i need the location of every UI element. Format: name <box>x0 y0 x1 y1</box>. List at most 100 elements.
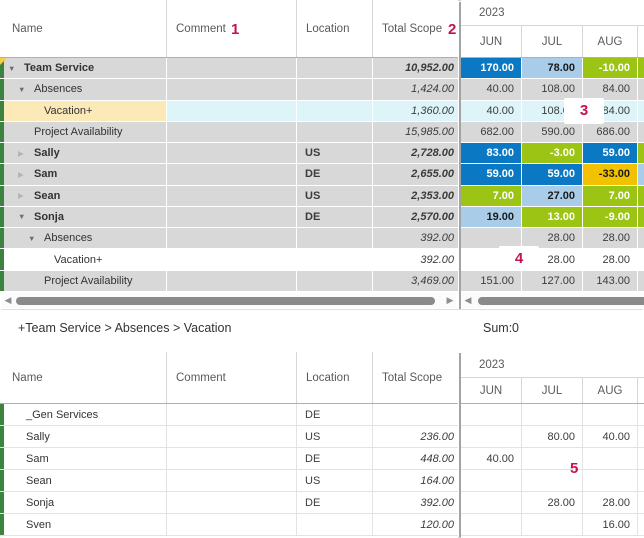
month-value-cell[interactable]: 27.00 <box>522 186 583 207</box>
month-value-cell[interactable] <box>583 470 638 492</box>
month-values-row[interactable]: 59.0059.00-33.00 <box>461 164 644 185</box>
comment-cell[interactable] <box>167 426 297 448</box>
name-cell[interactable]: Sam <box>0 448 167 470</box>
month-values-row[interactable]: 7.0027.007.00 <box>461 186 644 207</box>
comment-cell[interactable] <box>167 101 297 122</box>
name-cell[interactable]: Vacation+ <box>0 101 167 122</box>
expand-arrow-icon[interactable]: ▶ <box>18 149 34 158</box>
table-row[interactable]: ▶SallyUS2,728.00 <box>0 143 458 164</box>
name-cell[interactable]: ▶Sean <box>0 186 167 207</box>
table-row[interactable]: ▶SamDE2,655.00 <box>0 164 458 185</box>
comment-cell[interactable] <box>167 143 297 164</box>
month-values-row[interactable]: 28.0028.00 <box>461 492 644 514</box>
scroll-left-icon[interactable]: ◀ <box>462 295 474 306</box>
table-row[interactable]: SeanUS164.00 <box>0 470 458 492</box>
month-values-row[interactable] <box>461 470 644 492</box>
location-cell[interactable]: DE <box>297 492 373 514</box>
name-cell[interactable]: Sally <box>0 426 167 448</box>
month-value-cell[interactable]: -10.00 <box>583 58 638 79</box>
comment-cell[interactable] <box>167 207 297 228</box>
location-cell[interactable]: DE <box>297 207 373 228</box>
month-value-cell[interactable]: 127.00 <box>522 271 583 292</box>
month-value-cell[interactable]: 682.00 <box>461 122 522 143</box>
comment-cell[interactable] <box>167 492 297 514</box>
name-cell[interactable]: Project Availability <box>0 122 167 143</box>
table-row[interactable]: ▶SeanUS2,353.00 <box>0 186 458 207</box>
name-cell[interactable]: Project Availability <box>0 271 167 292</box>
month-value-cell[interactable]: 170.00 <box>461 58 522 79</box>
month-value-cell[interactable]: 28.00 <box>522 492 583 514</box>
month-value-cell[interactable]: 19.00 <box>461 207 522 228</box>
name-cell[interactable]: Sonja <box>0 492 167 514</box>
table-row[interactable]: _Gen ServicesDE <box>0 404 458 426</box>
month-value-cell[interactable]: 7.00 <box>583 186 638 207</box>
comment-cell[interactable] <box>167 122 297 143</box>
month-values-row[interactable]: 40.00 <box>461 448 644 470</box>
table-row[interactable]: SallyUS236.00 <box>0 426 458 448</box>
comment-cell[interactable] <box>167 186 297 207</box>
month-values-row[interactable]: 83.00-3.0059.00 <box>461 143 644 164</box>
month-value-cell[interactable]: 151.00 <box>461 271 522 292</box>
name-cell[interactable]: Sean <box>0 470 167 492</box>
table-row[interactable]: Vacation+1,360.00 <box>0 101 458 122</box>
table-row[interactable]: ▼SonjaDE2,570.00 <box>0 207 458 228</box>
month-value-cell[interactable]: 59.00 <box>583 143 638 164</box>
comment-cell[interactable] <box>167 404 297 426</box>
location-cell[interactable]: US <box>297 470 373 492</box>
month-value-cell[interactable]: 13.00 <box>522 207 583 228</box>
collapse-arrow-icon[interactable]: ▼ <box>18 212 34 221</box>
name-cell[interactable]: ▼Absences <box>0 228 167 249</box>
collapse-arrow-icon[interactable]: ▼ <box>28 234 44 243</box>
table-row[interactable]: SamDE448.00 <box>0 448 458 470</box>
month-value-cell[interactable] <box>522 404 583 426</box>
month-value-cell[interactable] <box>583 404 638 426</box>
collapse-arrow-icon[interactable]: ▼ <box>18 85 34 94</box>
month-value-cell[interactable]: -3.00 <box>522 143 583 164</box>
month-value-cell[interactable]: 78.00 <box>522 58 583 79</box>
expand-arrow-icon[interactable]: ▶ <box>18 191 34 200</box>
month-value-cell[interactable] <box>461 426 522 448</box>
month-value-cell[interactable]: 40.00 <box>461 101 522 122</box>
month-values-row[interactable]: 28.0028.00 <box>461 228 644 249</box>
comment-cell[interactable] <box>167 249 297 270</box>
month-value-cell[interactable]: 28.00 <box>583 228 638 249</box>
month-values-row[interactable]: 682.00590.00686.00 <box>461 122 644 143</box>
month-values-row[interactable]: 151.00127.00143.00 <box>461 271 644 292</box>
table-row[interactable]: Sven120.00 <box>0 514 458 536</box>
location-cell[interactable]: US <box>297 143 373 164</box>
scroll-right-icon[interactable]: ▶ <box>444 295 456 306</box>
month-value-cell[interactable]: 28.00 <box>583 249 638 270</box>
table-row[interactable]: ▼Absences392.00 <box>0 228 458 249</box>
month-value-cell[interactable]: 590.00 <box>522 122 583 143</box>
table-row[interactable]: Project Availability3,469.00 <box>0 271 458 292</box>
month-value-cell[interactable] <box>461 492 522 514</box>
month-value-cell[interactable]: 143.00 <box>583 271 638 292</box>
location-cell[interactable]: US <box>297 426 373 448</box>
pane-divider[interactable] <box>459 2 461 309</box>
location-cell[interactable]: DE <box>297 164 373 185</box>
month-values-row[interactable] <box>461 404 644 426</box>
top-grid-left-scrollbar[interactable]: ◀ ▶ <box>2 293 456 308</box>
month-value-cell[interactable]: 686.00 <box>583 122 638 143</box>
top-grid-months-scrollbar[interactable]: ◀ <box>462 293 644 308</box>
month-value-cell[interactable]: 59.00 <box>522 164 583 185</box>
location-cell[interactable] <box>297 122 373 143</box>
table-row[interactable]: ▼Team Service10,952.00 <box>0 58 458 79</box>
comment-cell[interactable] <box>167 470 297 492</box>
location-cell[interactable]: US <box>297 186 373 207</box>
scrollbar-track[interactable] <box>14 297 444 305</box>
location-cell[interactable] <box>297 271 373 292</box>
expand-arrow-icon[interactable]: ▶ <box>18 170 34 179</box>
table-row[interactable]: Vacation+392.00 <box>0 249 458 270</box>
location-cell[interactable] <box>297 101 373 122</box>
month-values-row[interactable]: 40.00108.0084.00 <box>461 101 644 122</box>
name-cell[interactable]: Sven <box>0 514 167 536</box>
comment-cell[interactable] <box>167 79 297 100</box>
name-cell[interactable]: Vacation+ <box>0 249 167 270</box>
month-value-cell[interactable] <box>461 404 522 426</box>
location-cell[interactable] <box>297 228 373 249</box>
collapse-arrow-icon[interactable]: ▼ <box>8 64 24 73</box>
comment-cell[interactable] <box>167 164 297 185</box>
month-value-cell[interactable] <box>583 448 638 470</box>
location-cell[interactable] <box>297 79 373 100</box>
